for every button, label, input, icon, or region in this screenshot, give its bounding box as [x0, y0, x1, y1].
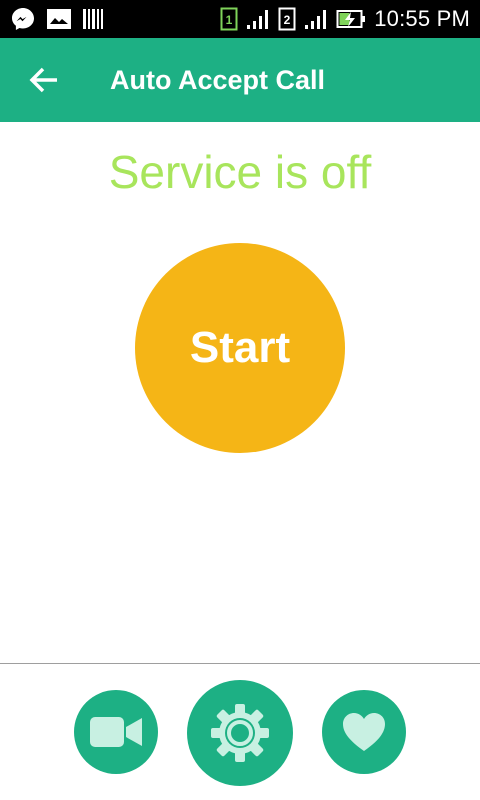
barcode-icon — [83, 9, 103, 29]
settings-button[interactable] — [187, 680, 293, 786]
arrow-left-icon — [29, 67, 57, 93]
battery-charging-icon — [336, 10, 366, 28]
status-time: 10:55 PM — [374, 6, 470, 31]
messenger-icon — [12, 8, 34, 30]
status-left-icons — [10, 6, 104, 32]
video-button[interactable] — [74, 690, 158, 774]
start-button[interactable]: Start — [135, 243, 345, 453]
back-button[interactable] — [26, 64, 62, 96]
status-right-icons: 1 2 10:55 PM — [220, 6, 470, 32]
signal-icon — [305, 10, 327, 29]
sim1-icon: 1 — [220, 7, 238, 31]
heart-icon — [343, 713, 385, 751]
sim2-icon: 2 — [278, 7, 296, 31]
gallery-icon — [47, 9, 71, 29]
status-bar: 1 2 10:55 PM — [0, 0, 480, 38]
favorite-button[interactable] — [322, 690, 406, 774]
video-camera-icon — [90, 717, 142, 747]
sim1-label: 1 — [226, 13, 233, 27]
app-bar: Auto Accept Call — [0, 38, 480, 122]
signal-icon — [247, 10, 269, 29]
bottom-divider — [0, 663, 480, 664]
app-title: Auto Accept Call — [110, 65, 326, 95]
sim2-label: 2 — [284, 13, 291, 27]
service-status-text: Service is off — [108, 146, 372, 198]
settings-gear-icon — [211, 704, 269, 762]
